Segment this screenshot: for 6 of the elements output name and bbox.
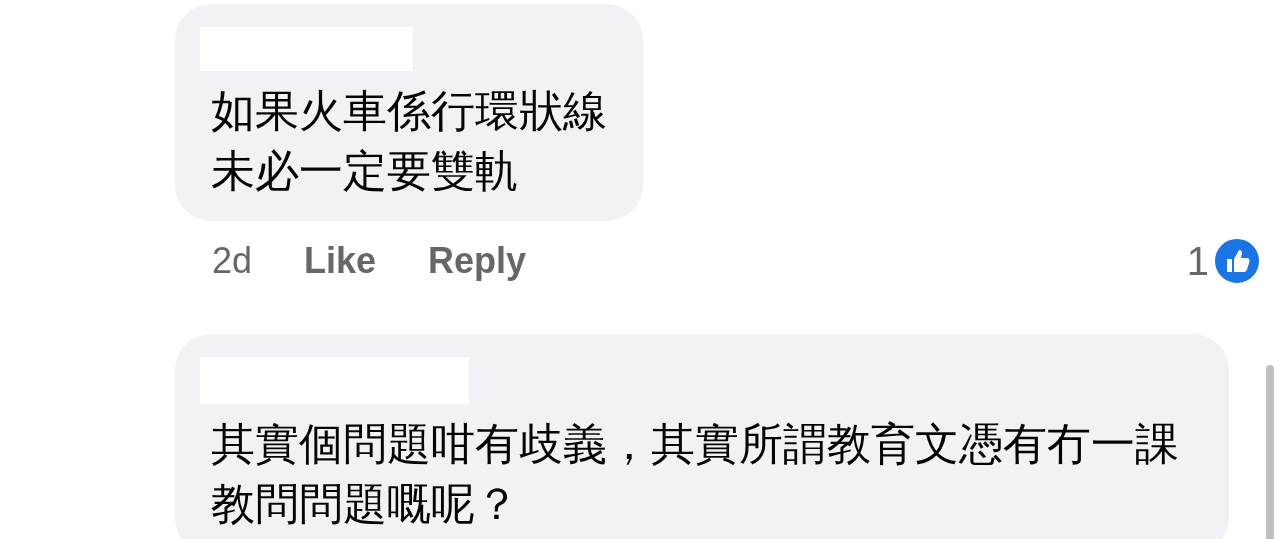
comment-action-link[interactable]: Like [304,240,377,282]
comment-text: 如果火車係行環狀線 未必一定要雙軌 [211,85,607,197]
comment-time: 2d [212,240,253,282]
reaction-count: 1 [1186,238,1209,284]
comment-action-link[interactable]: Reply [428,240,527,282]
comment-text: 其實個問題咁有歧義，其實所謂教育文憑有冇一課 教問問題嘅呢？ [211,418,1180,530]
